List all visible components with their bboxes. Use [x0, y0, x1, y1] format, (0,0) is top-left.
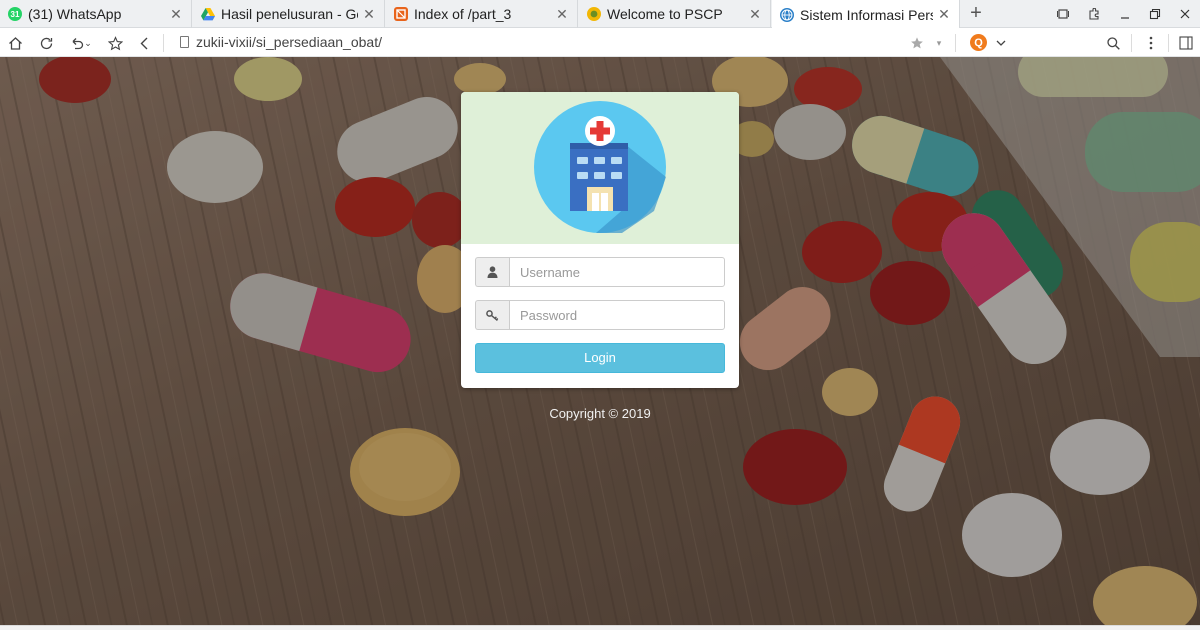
sidebar-toggle-icon[interactable]	[1175, 32, 1197, 54]
login-card: Login	[461, 92, 739, 388]
tab-strip: 31 (31) WhatsApp ✕ Hasil penelusuran - G…	[0, 0, 1200, 29]
tab-title: Sistem Informasi Persed	[800, 6, 933, 23]
close-icon[interactable]: ✕	[362, 6, 376, 23]
back-icon[interactable]	[133, 32, 155, 54]
home-icon[interactable]	[4, 32, 26, 54]
login-form: Login	[461, 244, 739, 373]
tab-pscp[interactable]: Welcome to PSCP ✕	[579, 0, 771, 28]
chevron-down-icon[interactable]	[990, 32, 1012, 54]
favorite-star-icon[interactable]	[906, 32, 928, 54]
tab-whatsapp[interactable]: 31 (31) WhatsApp ✕	[0, 0, 192, 28]
close-icon[interactable]: ✕	[937, 6, 951, 23]
whatsapp-icon: 31	[8, 7, 22, 21]
tab-title: Hasil penelusuran - Goo	[221, 6, 358, 22]
key-icon	[475, 300, 509, 330]
globe-icon	[780, 7, 794, 22]
tab-title: Index of /part_3	[414, 6, 512, 22]
search-engine-icon[interactable]: Q	[970, 34, 987, 51]
extension-icon[interactable]	[1078, 0, 1108, 28]
folder-index-icon	[394, 7, 408, 21]
menu-icon[interactable]	[1140, 32, 1162, 54]
google-drive-icon	[201, 7, 215, 21]
restore-button[interactable]	[1140, 0, 1170, 28]
separator	[955, 34, 956, 52]
tab-title: (31) WhatsApp	[28, 6, 122, 22]
login-button[interactable]: Login	[475, 343, 725, 373]
tab-sistem-informasi[interactable]: Sistem Informasi Persed ✕	[772, 0, 960, 29]
separator	[163, 34, 164, 52]
bookmark-star-icon[interactable]	[104, 32, 126, 54]
separator	[1131, 34, 1132, 52]
tab-list-icon[interactable]	[1048, 0, 1078, 28]
url-text[interactable]: zukii-vixii/si_persediaan_obat/	[196, 34, 382, 50]
status-bar	[0, 625, 1200, 630]
reload-icon[interactable]	[35, 32, 57, 54]
page-viewport: Login Copyright © 2019	[0, 57, 1200, 625]
tab-index[interactable]: Index of /part_3 ✕	[386, 0, 578, 28]
tab-title: Welcome to PSCP	[607, 6, 723, 22]
chevron-down-icon[interactable]: ▾	[928, 32, 950, 54]
page-icon	[180, 36, 189, 48]
password-input[interactable]	[509, 300, 725, 330]
minimize-button[interactable]	[1110, 0, 1140, 28]
user-icon	[475, 257, 509, 287]
chevron-down-icon[interactable]: ⌄	[82, 32, 94, 54]
close-icon[interactable]: ✕	[555, 6, 569, 23]
username-field	[475, 257, 725, 287]
pscp-icon	[587, 7, 601, 21]
tab-google-drive[interactable]: Hasil penelusuran - Goo ✕	[193, 0, 385, 28]
login-card-header	[461, 92, 739, 244]
hospital-logo-icon	[534, 101, 666, 233]
separator	[1168, 34, 1169, 52]
close-icon[interactable]: ✕	[169, 6, 183, 23]
copyright-text: Copyright © 2019	[549, 406, 651, 421]
new-tab-button[interactable]: +	[966, 2, 986, 25]
address-bar: ⌄ zukii-vixii/si_persediaan_obat/ ▾ Q	[0, 28, 1200, 57]
close-window-button[interactable]	[1170, 0, 1200, 28]
username-input[interactable]	[509, 257, 725, 287]
search-icon[interactable]	[1102, 32, 1124, 54]
close-icon[interactable]: ✕	[748, 6, 762, 23]
password-field	[475, 300, 725, 330]
